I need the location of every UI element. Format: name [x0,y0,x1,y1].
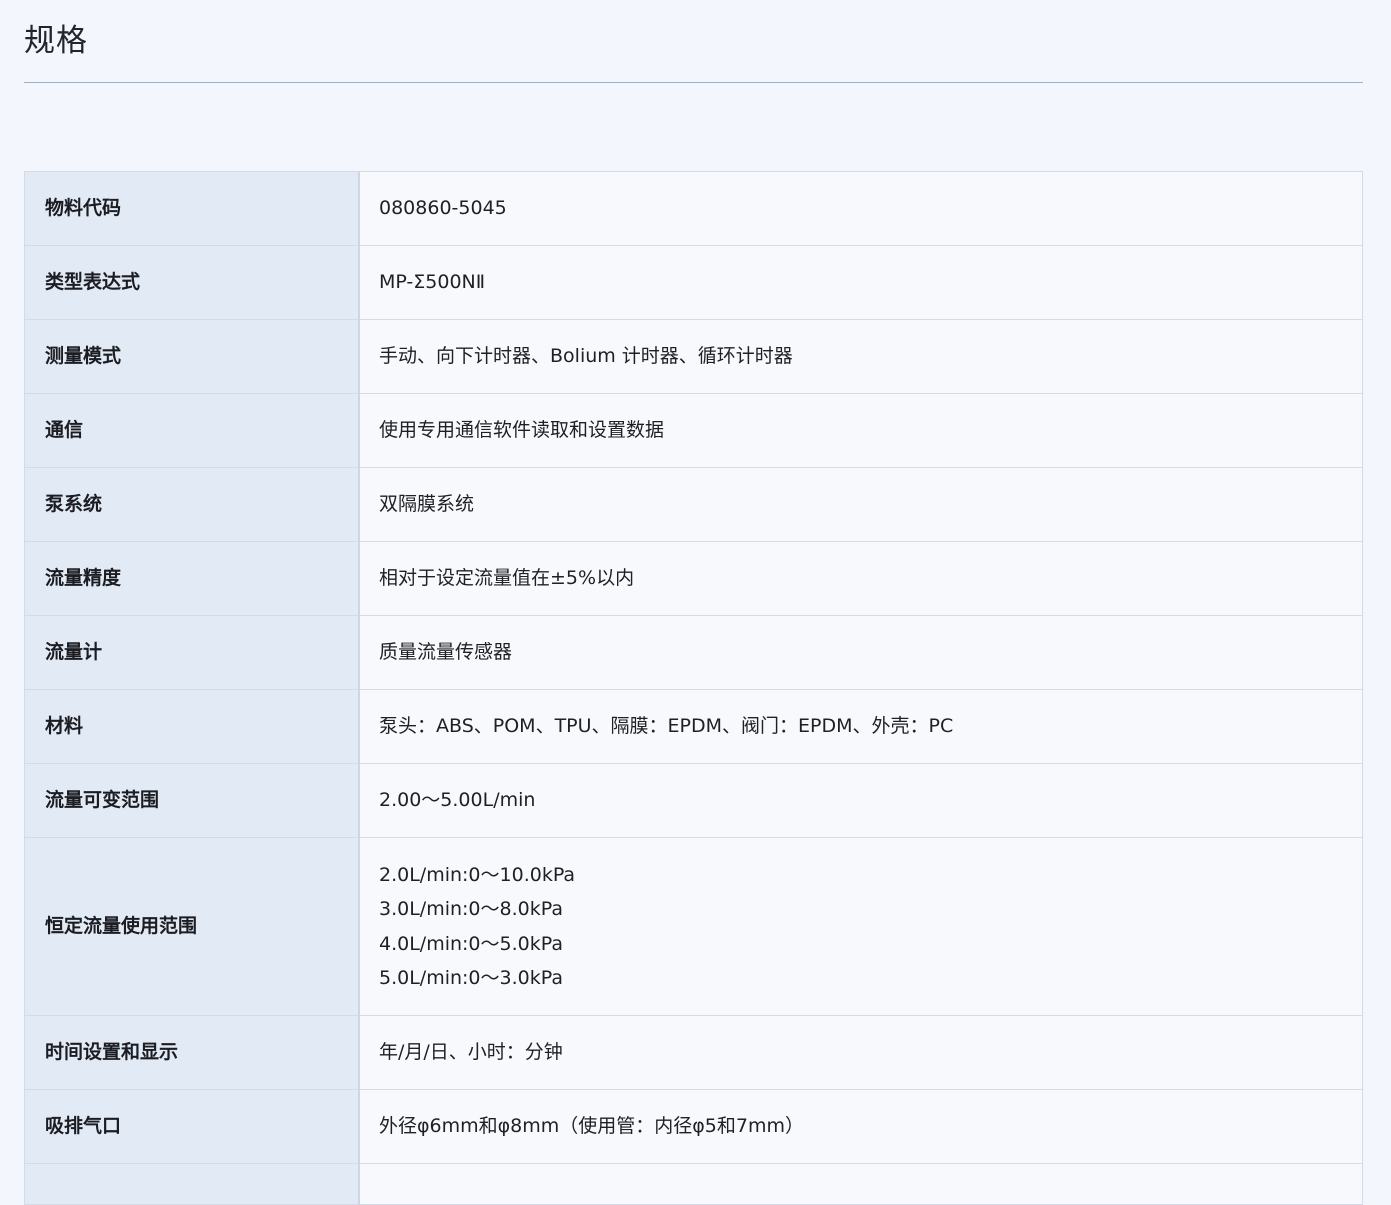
spec-value: 外径φ6mm和φ8mm（使用管：内径φ5和7mm） [358,1089,1363,1164]
spec-label: 类型表达式 [24,245,360,320]
spec-value: 相对于设定流量值在±5%以内 [358,541,1363,616]
spec-label: 流量计 [24,615,360,690]
spec-value: MP-Σ500NⅡ [358,245,1363,320]
spec-value: 质量流量传感器 [358,615,1363,690]
spec-label: 测量模式 [24,319,360,394]
spec-label: 材料 [24,689,360,764]
spec-value: 使用专用通信软件读取和设置数据 [358,393,1363,468]
spec-row-flow-range: 流量可变范围 2.00～5.00L/min [24,763,1363,838]
spec-row-pump-system: 泵系统 双隔膜系统 [24,467,1363,542]
spec-value: 泵头：ABS、POM、TPU、隔膜：EPDM、阀门：EPDM、外壳：PC [358,689,1363,764]
spec-label: 物料代码 [24,171,360,246]
spec-value-line: 4.0L/min:0～5.0kPa [379,932,563,955]
page-title: 规格 [24,23,88,59]
spec-value: 年/月/日、小时：分钟 [358,1015,1363,1090]
spec-value: 2.00～5.00L/min [358,763,1363,838]
spec-row-flow-accuracy: 流量精度 相对于设定流量值在±5%以内 [24,541,1363,616]
spec-value: 双隔膜系统 [358,467,1363,542]
spec-table: 物料代码 080860-5045 类型表达式 MP-Σ500NⅡ 测量模式 手动… [24,171,1363,1205]
spec-label: 流量精度 [24,541,360,616]
spec-label: 吸排气口 [24,1089,360,1164]
spec-row-time-setting: 时间设置和显示 年/月/日、小时：分钟 [24,1015,1363,1090]
spec-value-line: 3.0L/min:0～8.0kPa [379,898,563,920]
spec-label: 时间设置和显示 [24,1015,360,1090]
spec-value: 2.0L/min:0～10.0kPa 3.0L/min:0～8.0kPa 4.0… [358,837,1363,1016]
spec-row-materials: 材料 泵头：ABS、POM、TPU、隔膜：EPDM、阀门：EPDM、外壳：PC [24,689,1363,764]
spec-row-air-ports: 吸排气口 外径φ6mm和φ8mm（使用管：内径φ5和7mm） [24,1089,1363,1164]
spec-value: 080860-5045 [358,171,1363,246]
spec-row-communication: 通信 使用专用通信软件读取和设置数据 [24,393,1363,468]
spec-row-constant-flow-range: 恒定流量使用范围 2.0L/min:0～10.0kPa 3.0L/min:0～8… [24,837,1363,1016]
spec-label: 恒定流量使用范围 [24,837,360,1016]
spec-label: 流量可变范围 [24,763,360,838]
spec-label: 泵系统 [24,467,360,542]
spec-row-flowmeter: 流量计 质量流量传感器 [24,615,1363,690]
spec-row-type: 类型表达式 MP-Σ500NⅡ [24,245,1363,320]
spec-row-material-code: 物料代码 080860-5045 [24,171,1363,246]
spec-label: 通信 [24,393,360,468]
spec-value: 手动、向下计时器、Bolium 计时器、循环计时器 [358,319,1363,394]
spec-row-measurement-mode: 测量模式 手动、向下计时器、Bolium 计时器、循环计时器 [24,319,1363,394]
title-divider [24,82,1363,83]
spec-value-line: 2.0L/min:0～10.0kPa [379,863,576,886]
spec-value-line: 5.0L/min:0～3.0kPa [379,967,563,989]
